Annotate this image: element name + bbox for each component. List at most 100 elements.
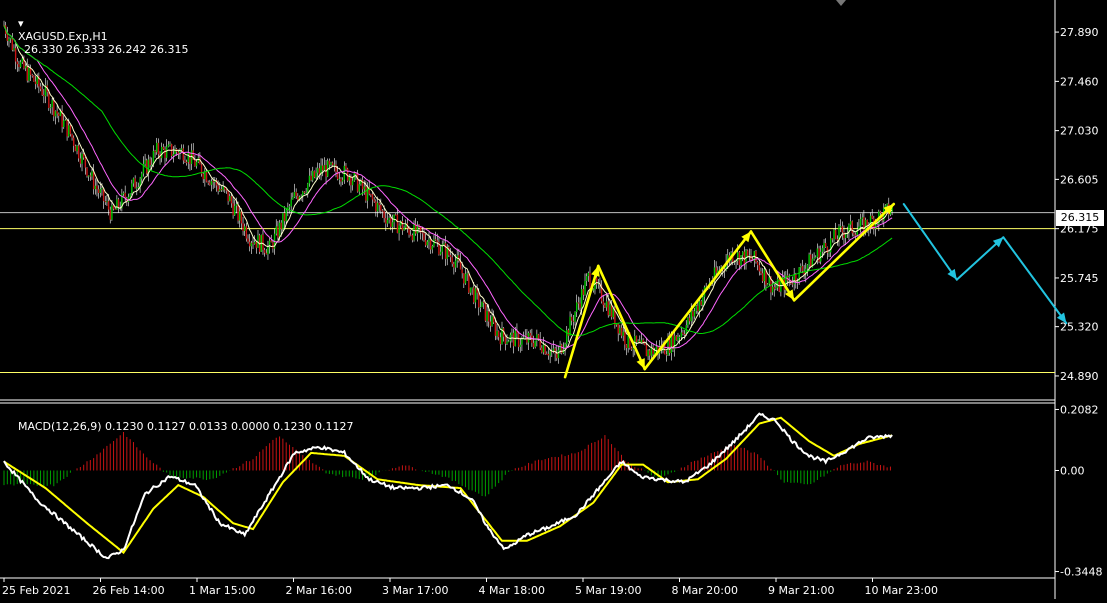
candle-body	[292, 197, 294, 200]
candle-body	[604, 305, 606, 308]
candle-body	[849, 221, 852, 225]
candle	[76, 144, 78, 155]
candle-body	[69, 125, 72, 135]
candle-body	[34, 81, 37, 85]
candle	[202, 171, 204, 184]
candle-body	[398, 225, 400, 234]
candle-body	[335, 164, 337, 172]
candle-body	[255, 242, 258, 248]
candle	[605, 294, 608, 311]
price-tick-label: 24.890	[1060, 370, 1099, 383]
candle	[489, 315, 492, 332]
candle	[106, 194, 108, 206]
candle	[315, 167, 317, 179]
candle	[31, 73, 33, 78]
candle	[69, 124, 72, 137]
candle-body	[295, 191, 297, 197]
collapse-arrow-icon[interactable]: ▾	[18, 17, 24, 30]
candle-body	[464, 273, 467, 284]
candle-body	[763, 269, 765, 282]
candle	[64, 118, 67, 122]
candle	[373, 197, 375, 203]
candle-body	[844, 234, 847, 238]
candle-body	[630, 347, 633, 350]
wave-arrow	[563, 202, 896, 379]
projection-arrow	[902, 203, 1068, 325]
candle	[41, 83, 43, 97]
candle	[144, 153, 146, 168]
candle	[129, 192, 131, 198]
candle	[255, 241, 258, 254]
candle	[443, 239, 445, 245]
candle-body	[544, 344, 546, 354]
candle	[293, 183, 296, 199]
candle	[566, 326, 568, 349]
candle-body	[313, 171, 316, 178]
candle-body	[94, 185, 96, 190]
candle	[209, 179, 211, 186]
candle-body	[297, 196, 299, 201]
candle	[250, 240, 253, 254]
candle	[463, 273, 465, 289]
candle	[322, 158, 324, 177]
candle-body	[506, 341, 508, 344]
candle	[834, 222, 837, 240]
candle	[182, 144, 184, 165]
candle	[602, 295, 604, 312]
candle	[122, 191, 125, 197]
candle	[66, 119, 68, 141]
candle-body	[371, 194, 374, 200]
candle	[554, 346, 556, 362]
candle	[810, 249, 812, 268]
price-pane	[0, 20, 1068, 379]
candle	[119, 201, 121, 211]
candle	[439, 246, 442, 256]
candle	[381, 208, 384, 218]
candle-body	[365, 186, 367, 201]
candle	[161, 142, 163, 163]
candle	[675, 335, 677, 341]
candle-body	[247, 238, 249, 242]
candle	[622, 326, 624, 342]
candle-body	[391, 222, 394, 227]
candle	[229, 193, 231, 202]
candle-body	[771, 286, 774, 293]
candle	[800, 263, 802, 273]
candle	[416, 221, 419, 242]
candle	[34, 76, 37, 90]
candle-body	[242, 223, 244, 231]
candle-body	[617, 323, 619, 334]
candle	[838, 223, 840, 247]
candle-body	[101, 188, 103, 190]
candle	[532, 335, 535, 350]
candle-body	[625, 344, 628, 349]
candles	[3, 20, 893, 364]
candle	[773, 282, 775, 297]
candle-body	[270, 240, 272, 243]
candle-body	[468, 273, 470, 293]
candle-body	[244, 226, 246, 231]
candle	[303, 191, 306, 195]
candle-body	[715, 267, 717, 273]
candle-body	[579, 303, 581, 308]
candle-body	[854, 234, 857, 236]
candle	[703, 285, 706, 305]
candle-body	[318, 168, 321, 175]
candle-body	[240, 211, 243, 224]
candle	[333, 158, 336, 172]
candle-body	[84, 157, 87, 168]
candle-body	[580, 289, 583, 308]
candle-body	[542, 344, 545, 353]
candle	[371, 191, 374, 207]
projection-arrow-arrowhead	[947, 268, 957, 280]
candle-body	[823, 243, 825, 249]
candle-body	[756, 261, 759, 266]
candle	[275, 219, 277, 236]
time-tick-label: 10 Mar 23:00	[865, 584, 938, 597]
candle	[715, 261, 717, 276]
candle-body	[248, 241, 251, 247]
candle-body	[484, 302, 487, 321]
candle	[466, 271, 468, 282]
candle	[154, 149, 156, 158]
candle-body	[557, 349, 560, 359]
